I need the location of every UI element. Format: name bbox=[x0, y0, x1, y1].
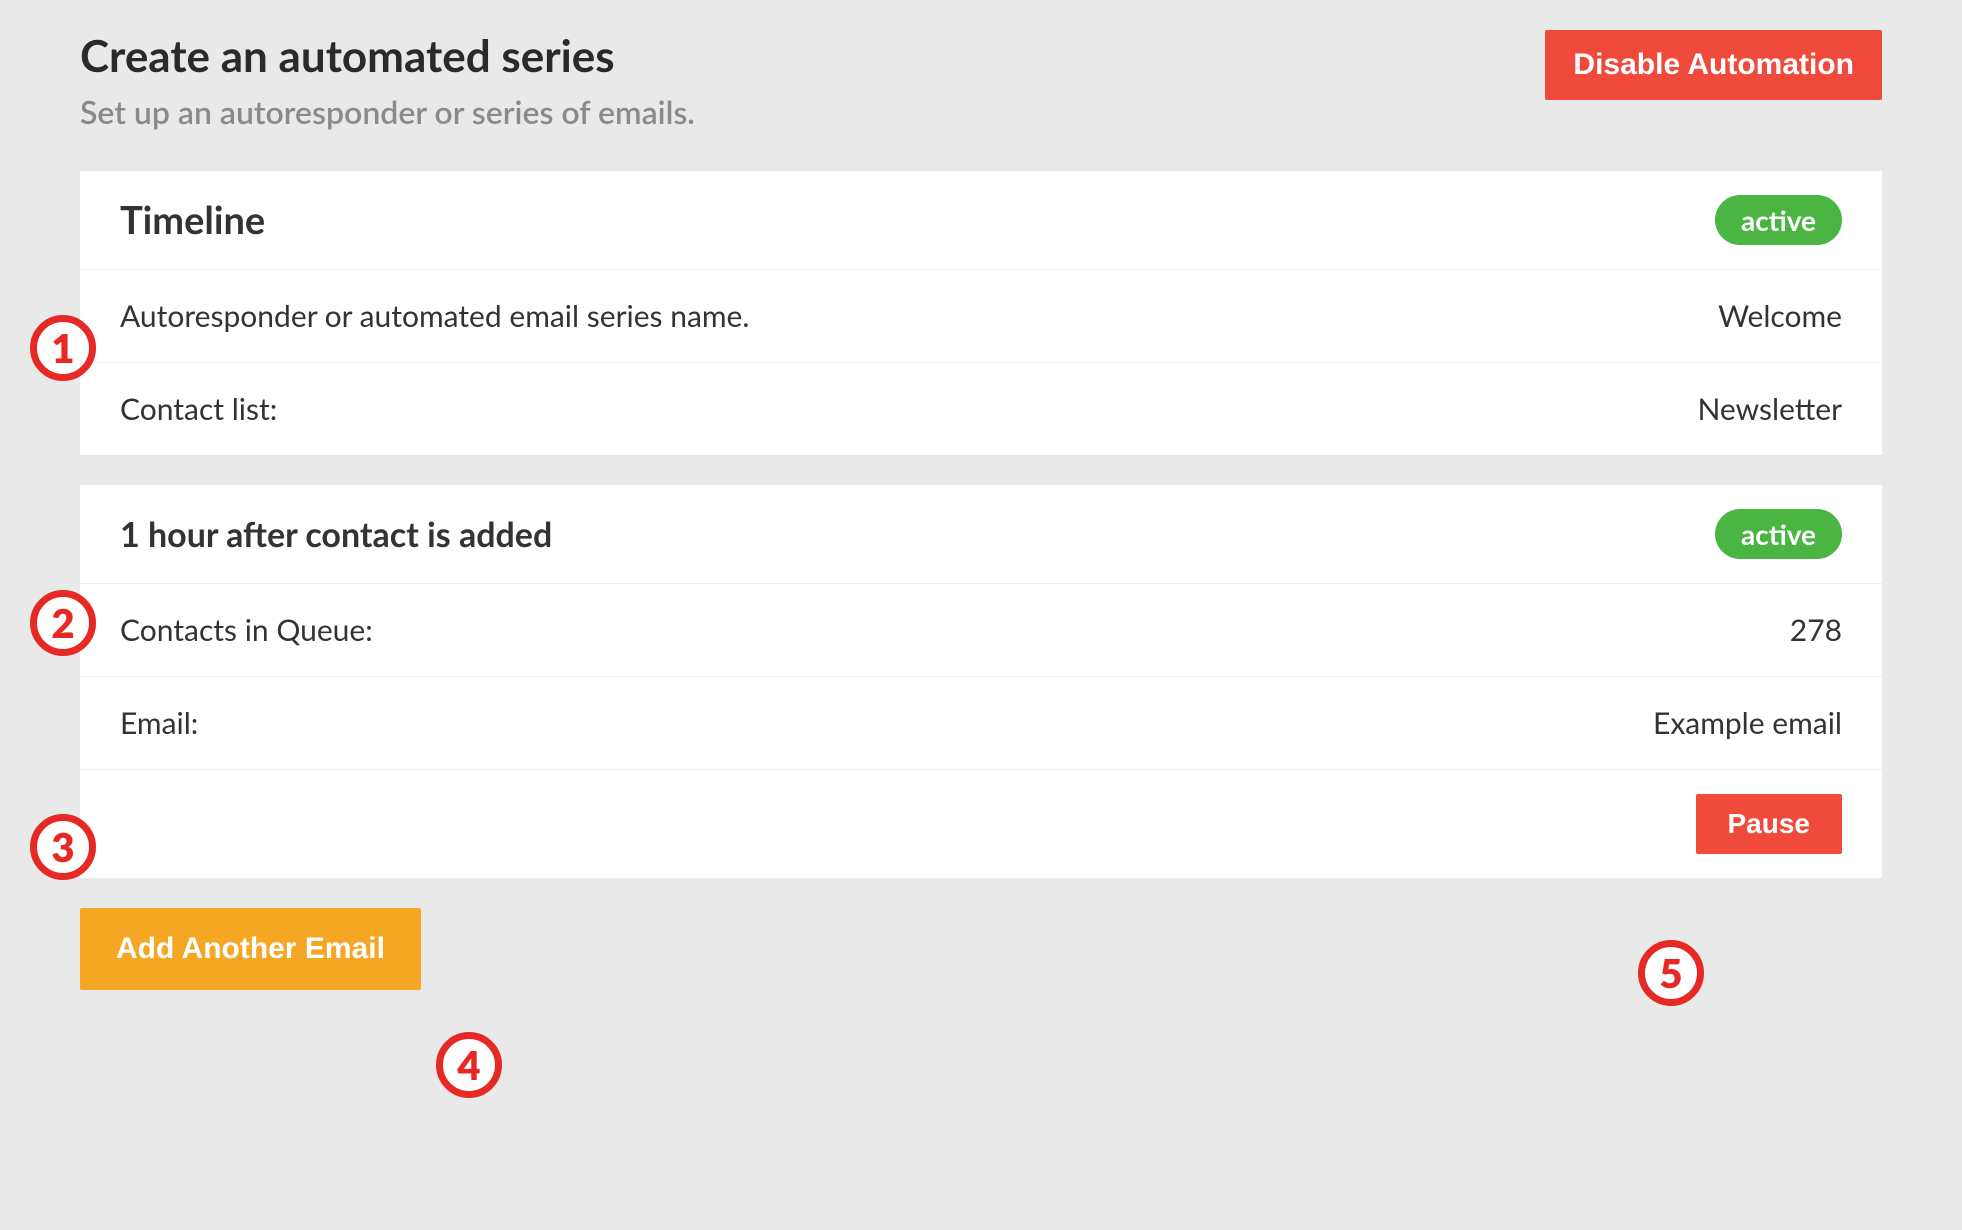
email-row[interactable]: Email: Example email bbox=[80, 677, 1882, 770]
callout-3: 3 bbox=[30, 814, 96, 880]
contact-list-value: Newsletter bbox=[1697, 391, 1842, 427]
callout-1: 1 bbox=[30, 315, 96, 381]
status-badge: active bbox=[1715, 195, 1842, 245]
add-another-email-button[interactable]: Add Another Email bbox=[80, 908, 421, 990]
step-action-row: Pause bbox=[80, 770, 1882, 878]
callout-4: 4 bbox=[436, 1032, 502, 1098]
pause-button[interactable]: Pause bbox=[1696, 794, 1843, 854]
step-header: 1 hour after contact is added active bbox=[80, 485, 1882, 584]
timeline-title: Timeline bbox=[120, 197, 265, 243]
status-badge: active bbox=[1715, 509, 1842, 559]
header-text: Create an automated series Set up an aut… bbox=[80, 30, 695, 131]
series-name-value: Welcome bbox=[1718, 298, 1842, 334]
contacts-queue-label: Contacts in Queue: bbox=[120, 612, 373, 648]
step-card: 1 hour after contact is added active Con… bbox=[80, 485, 1882, 878]
contacts-queue-value: 278 bbox=[1790, 612, 1842, 648]
callout-2: 2 bbox=[30, 590, 96, 656]
email-label: Email: bbox=[120, 705, 198, 741]
page-title: Create an automated series bbox=[80, 30, 695, 82]
page-header: Create an automated series Set up an aut… bbox=[80, 30, 1882, 131]
contact-list-row[interactable]: Contact list: Newsletter bbox=[80, 363, 1882, 455]
email-value: Example email bbox=[1653, 705, 1842, 741]
page-subtitle: Set up an autoresponder or series of ema… bbox=[80, 92, 695, 131]
step-title: 1 hour after contact is added bbox=[120, 514, 552, 555]
timeline-header: Timeline active bbox=[80, 171, 1882, 270]
contacts-queue-row[interactable]: Contacts in Queue: 278 bbox=[80, 584, 1882, 677]
series-name-label: Autoresponder or automated email series … bbox=[120, 298, 749, 334]
series-name-row[interactable]: Autoresponder or automated email series … bbox=[80, 270, 1882, 363]
timeline-card: Timeline active Autoresponder or automat… bbox=[80, 171, 1882, 455]
callout-5: 5 bbox=[1638, 940, 1704, 1006]
contact-list-label: Contact list: bbox=[120, 391, 277, 427]
disable-automation-button[interactable]: Disable Automation bbox=[1545, 30, 1882, 100]
